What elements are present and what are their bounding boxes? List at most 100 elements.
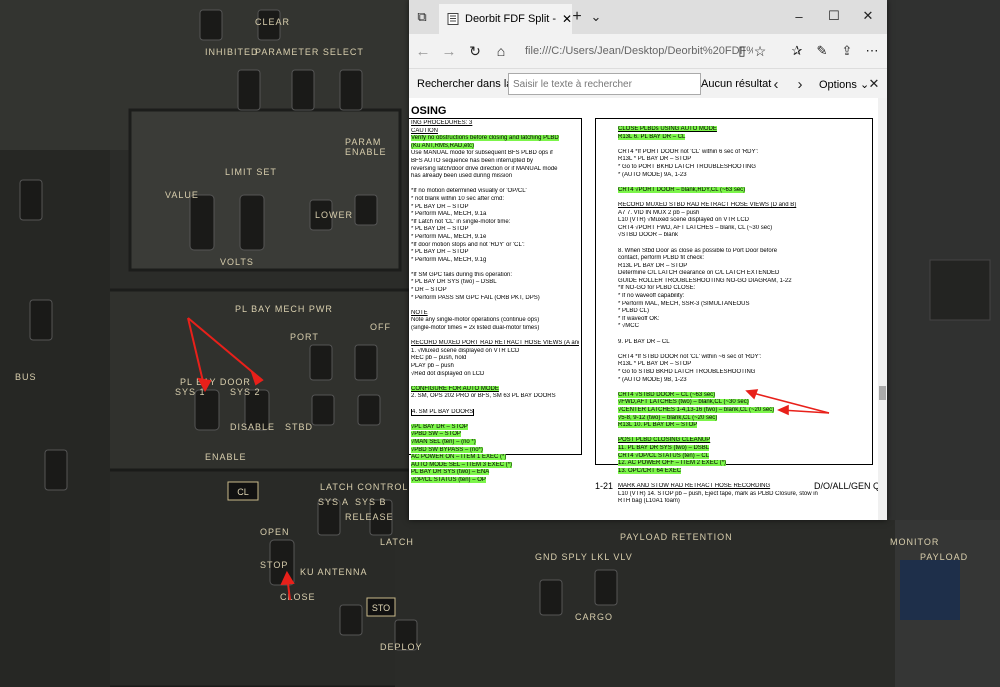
svg-text:ENABLE: ENABLE <box>345 147 387 157</box>
procedure-line: AUTO MODE SEL – ITEM 3 EXEC (*) <box>411 461 513 468</box>
procedure-line <box>411 333 579 341</box>
procedure-line: √PBD SW – STOP <box>411 431 461 438</box>
minimize-icon[interactable]: – <box>792 9 806 24</box>
procedure-line: reversing latch/door drive direction or … <box>411 165 558 172</box>
close-window-icon[interactable]: ✕ <box>861 8 875 23</box>
procedure-line <box>411 264 579 272</box>
svg-text:CLEAR: CLEAR <box>255 17 290 27</box>
procedure-line: RECORD MUXED STBD RAD RETRACT HOSE VIEWS… <box>618 201 797 208</box>
procedure-line: 1. √Muxed scene displayed on VTR LCD <box>411 347 520 354</box>
procedure-line: 2. SM, OPS 202 PRO or BFS, SM 63 PL BAY … <box>411 393 556 400</box>
procedure-line: * not blank within 10 sec after cmd: <box>411 195 505 202</box>
procedure-line: R13L PL BAY DR – STOP <box>618 262 688 269</box>
svg-text:LATCH: LATCH <box>380 537 414 547</box>
refresh-icon[interactable]: ↻ <box>467 43 483 59</box>
procedure-line: 9. PL BAY DR – CL <box>618 338 670 345</box>
url-field[interactable]: file:///C:/Users/Jean/Desktop/Deorbit%20… <box>525 41 753 61</box>
svg-text:RELEASE: RELEASE <box>345 512 394 522</box>
svg-text:STO: STO <box>372 603 390 613</box>
procedure-line: * √MCC <box>618 323 639 330</box>
svg-text:GND SPLY LKL VLV: GND SPLY LKL VLV <box>535 552 633 562</box>
procedure-line: * If no waveoff capability: <box>618 293 685 300</box>
procedure-line: √PL BAY DR – STOP <box>411 423 468 430</box>
procedure-line: √PBD SW BYPASS – (no*) <box>411 446 483 453</box>
svg-text:SYS 2: SYS 2 <box>230 387 261 397</box>
svg-text:LIMIT SET: LIMIT SET <box>225 167 277 177</box>
back-arrow-icon[interactable]: ← <box>415 43 431 60</box>
find-next-chevron-icon[interactable]: › <box>793 76 807 93</box>
procedure-line: R13L * PL BAY DR – STOP <box>618 361 692 368</box>
svg-text:SYS A: SYS A <box>318 497 349 507</box>
svg-text:STBD: STBD <box>285 422 313 432</box>
procedure-line: ING PROCEDURES: 3 <box>411 120 473 126</box>
procedure-line: * DR – STOP <box>411 287 447 294</box>
find-input[interactable] <box>508 73 701 95</box>
svg-text:LATCH CONTROL: LATCH CONTROL <box>320 482 408 492</box>
procedure-line <box>411 401 579 409</box>
procedure-line: *If door motion stops and not 'RDY' or '… <box>411 241 525 248</box>
procedure-line: CRT4 √OP/CL STATUS (ten) – CL <box>618 452 710 459</box>
forward-arrow-icon[interactable]: → <box>441 43 457 60</box>
procedure-line: Use MANUAL mode for subsequent BFS PLBD … <box>411 150 553 157</box>
procedure-line: A7 7. VID IN MUX 2 pb – push <box>618 209 700 216</box>
svg-text:INHIBITED: INHIBITED <box>205 47 259 57</box>
procedure-line: * Perform MAL, MECH, 9.1g <box>411 256 487 263</box>
procedure-line: * PLBD CL) <box>618 308 650 315</box>
find-previous-chevron-icon[interactable]: ‹ <box>769 76 783 93</box>
procedure-line: √Red dot displayed on LCD <box>411 370 485 377</box>
pdf-viewer[interactable]: OSING ING PROCEDURES: 3 CAUTION Verify no … <box>409 98 887 520</box>
favorites-hub-icon[interactable]: ✰ <box>789 43 805 59</box>
procedure-line: 8. When Stbd Door as close as possible t… <box>618 247 778 254</box>
procedure-line: CRT4 *If STBD DOOR not 'CL' within ~6 se… <box>618 353 762 360</box>
svg-text:STOP: STOP <box>260 560 288 570</box>
procedure-line: GUIDE ROLLER TROUBLESHOOTING NO-GO DIAGR… <box>618 277 792 284</box>
close-find-icon[interactable]: ✕ <box>867 76 881 92</box>
procedure-line <box>618 240 868 248</box>
procedure-line: CRT4 √PORT FWD, AFT LATCHES – blank, CL … <box>618 224 773 231</box>
svg-text:VALUE: VALUE <box>165 190 199 200</box>
procedure-line <box>411 181 579 189</box>
procedure-line: CAUTION <box>411 127 438 134</box>
procedure-line: *If no motion determined visually or 'OP… <box>411 188 527 195</box>
procedure-line: * (AUTO MODE) 9A, 1-23 <box>618 171 687 178</box>
find-options-button[interactable]: Options ⌄ <box>819 78 869 91</box>
more-menu-icon[interactable]: ⋯ <box>864 43 880 59</box>
notes-pen-icon[interactable]: ✎ <box>814 43 830 59</box>
address-bar-row: ← → ↻ ⌂ file:///C:/Users/Jean/Desktop/De… <box>409 34 887 69</box>
tab-deorbit-fdf[interactable]: Deorbit FDF Split - anno ✕ <box>439 4 572 34</box>
procedure-line <box>618 141 868 149</box>
procedure-line: √STBD DOOR – blank <box>618 232 678 239</box>
procedure-line <box>411 378 579 386</box>
procedure-line <box>618 331 868 339</box>
svg-text:PORT: PORT <box>290 332 319 342</box>
svg-text:CL: CL <box>237 487 249 497</box>
procedure-line: * PL BAY DR – STOP <box>411 203 469 210</box>
procedure-line: √MAN SEL (ten) – (no *) <box>411 438 476 445</box>
new-tab-icon[interactable]: + <box>569 8 585 26</box>
procedure-line: L10 (VTR) 14. STOP pb – push, Eject tape… <box>618 490 818 497</box>
procedure-line: contact, perform PLBD fit check: <box>618 255 705 262</box>
procedure-line: *If SM GPC fails during this operation: <box>411 271 513 278</box>
reading-view-icon[interactable]: ▯ <box>735 43 749 59</box>
home-icon[interactable]: ⌂ <box>493 43 509 59</box>
procedure-line: POST PLBD CLOSING CLEANUP <box>618 437 711 444</box>
svg-text:ENABLE: ENABLE <box>205 452 247 462</box>
tab-preview-icon[interactable]: ⧉ <box>415 9 429 24</box>
left-procedure-column: ING PROCEDURES: 3 CAUTION Verify no obstru… <box>411 120 579 485</box>
procedure-line: CLOSE PLBDs USING AUTO MODE <box>618 126 717 132</box>
document-favicon-icon <box>447 13 459 25</box>
svg-text:DISABLE: DISABLE <box>230 422 275 432</box>
procedure-line: *If Latch not 'CL' in single-motor time: <box>411 218 511 225</box>
share-icon[interactable]: ⇪ <box>839 43 855 59</box>
procedure-line: Note any single-motor operations (contin… <box>411 317 540 324</box>
svg-text:SYS 1: SYS 1 <box>175 387 206 397</box>
favorite-star-icon[interactable]: ☆ <box>752 43 768 59</box>
scrollbar[interactable] <box>878 98 887 520</box>
procedure-line: 12. AC POWER OFF – ITEM 2 EXEC (*) <box>618 460 727 467</box>
svg-text:CARGO: CARGO <box>575 612 613 622</box>
procedure-line <box>618 346 868 354</box>
scrollbar-thumb[interactable] <box>879 386 886 400</box>
procedure-line: Determine C/L LATCH clearance on C/L LAT… <box>618 270 780 277</box>
maximize-icon[interactable]: ☐ <box>827 8 841 23</box>
tab-list-chevron-icon[interactable]: ⌄ <box>589 9 603 25</box>
